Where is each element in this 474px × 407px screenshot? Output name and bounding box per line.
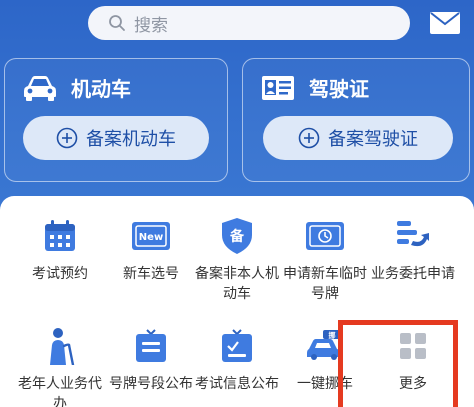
svg-text:New: New [139,232,163,243]
service-exam-appointment[interactable]: 考试预约 [13,196,107,306]
service-plate-segment-publish[interactable]: 号牌号段公布 [104,306,198,407]
vehicle-card-title: 机动车 [23,73,131,102]
entrust-icon [395,216,431,256]
car-icon [23,75,57,101]
exam-info-icon [220,326,254,366]
id-card-icon [261,75,295,101]
service-business-entrust[interactable]: 业务委托申请 [366,196,460,306]
service-register-non-owned-vehicle[interactable]: 备 备案非本人机动车 [190,196,284,306]
register-vehicle-button[interactable]: 备案机动车 [23,116,209,160]
calendar-icon [43,216,77,256]
license-card-title: 驾驶证 [261,73,369,102]
move-car-icon: 挪 [305,326,345,366]
vehicle-card: 机动车 备案机动车 [4,58,228,182]
svg-text:备: 备 [229,228,245,245]
search-icon [109,15,125,31]
service-one-click-move-car[interactable]: 挪 一键挪车 [278,306,372,407]
svg-text:挪: 挪 [329,331,336,340]
plate-segment-icon [134,326,168,366]
search-placeholder: 搜索 [134,15,168,36]
mail-icon[interactable] [430,12,460,34]
search-bar[interactable]: 搜索 [88,6,410,40]
new-plate-icon: New [131,216,171,256]
more-grid-icon [398,326,428,366]
service-new-car-plate-selection[interactable]: New 新车选号 [104,196,198,306]
register-license-button[interactable]: 备案驾驶证 [263,116,453,160]
add-circle-icon [298,127,320,149]
add-circle-icon [56,127,78,149]
temp-plate-icon [305,216,345,256]
shield-record-icon: 备 [220,216,254,256]
service-apply-temp-plate[interactable]: 申请新车临时号牌 [278,196,372,306]
service-more[interactable]: 更多 [366,306,460,407]
service-elderly-proxy[interactable]: 老年人业务代办 [13,306,107,407]
license-card: 驾驶证 备案驾驶证 [242,58,470,182]
service-exam-info-publish[interactable]: 考试信息公布 [190,306,284,407]
services-panel: 考试预约 New 新车选号 备 备案非本人机动车 申请新车临时号牌 业务委托申请… [0,196,474,407]
elderly-icon [42,326,78,366]
